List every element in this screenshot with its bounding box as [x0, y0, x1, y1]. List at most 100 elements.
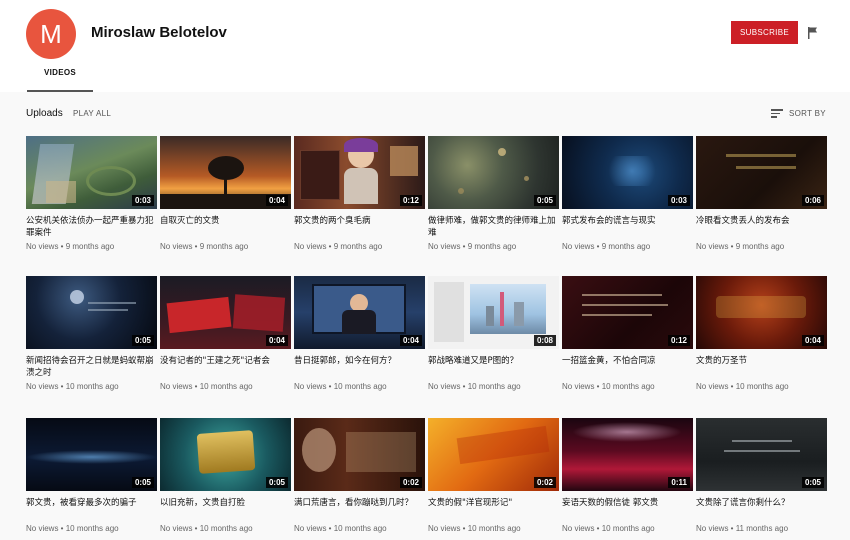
video-duration: 0:02: [399, 477, 422, 488]
video-card[interactable]: 0:02 满口荒唐言，看你蹦哒到几时？ No views • 10 months…: [294, 418, 425, 533]
video-meta: No views • 10 months ago: [160, 382, 253, 391]
flag-icon[interactable]: [806, 26, 820, 40]
video-title[interactable]: 冷眼看文贵丢人的发布会: [696, 215, 827, 239]
video-title[interactable]: 文贵的万圣节: [696, 355, 827, 379]
video-title[interactable]: 做律师难，做郭文贵的律师难上加难: [428, 215, 559, 239]
video-thumbnail[interactable]: 0:05: [26, 276, 157, 349]
video-card[interactable]: 0:05 郭文贵，被看穿最多次的骗子 No views • 10 months …: [26, 418, 157, 533]
video-meta: No views • 10 months ago: [294, 524, 387, 533]
subscribe-button[interactable]: SUBSCRIBE: [731, 21, 798, 44]
video-meta: No views • 9 months ago: [26, 242, 115, 251]
video-duration: 0:04: [265, 335, 288, 346]
video-title[interactable]: 新闻招待会召开之日就是蚂蚁帮崩溃之时: [26, 355, 157, 379]
sort-by-label: SORT BY: [789, 108, 826, 118]
play-all-button[interactable]: PLAY ALL: [73, 109, 111, 118]
video-card[interactable]: 0:03 公安机关依法侦办一起严重暴力犯罪案件 No views • 9 mon…: [26, 136, 157, 251]
video-thumbnail[interactable]: 0:12: [562, 276, 693, 349]
video-duration: 0:11: [668, 477, 690, 488]
video-card[interactable]: 0:05 做律师难，做郭文贵的律师难上加难 No views • 9 month…: [428, 136, 559, 251]
video-thumbnail[interactable]: 0:02: [294, 418, 425, 491]
video-duration: 0:04: [265, 195, 288, 206]
video-meta: No views • 10 months ago: [696, 382, 789, 391]
channel-name[interactable]: Miroslaw Belotelov: [91, 24, 227, 41]
uploads-section: Uploads PLAY ALL SORT BY 0:03 公安机关依法侦办一起…: [0, 92, 850, 540]
avatar[interactable]: M: [26, 9, 76, 59]
video-thumbnail[interactable]: 0:05: [428, 136, 559, 209]
video-thumbnail[interactable]: 0:06: [696, 136, 827, 209]
video-duration: 0:04: [399, 335, 422, 346]
video-duration: 0:03: [667, 195, 690, 206]
video-thumbnail[interactable]: 0:04: [294, 276, 425, 349]
video-title[interactable]: 没有记者的"王建之死"记者会: [160, 355, 291, 379]
video-meta: No views • 9 months ago: [696, 242, 785, 251]
video-thumbnail[interactable]: 0:04: [160, 276, 291, 349]
video-meta: No views • 9 months ago: [428, 242, 517, 251]
video-meta: No views • 10 months ago: [428, 524, 521, 533]
video-title[interactable]: 郭文贵的两个臭毛病: [294, 215, 425, 239]
video-meta: No views • 9 months ago: [294, 242, 383, 251]
video-duration: 0:02: [533, 477, 556, 488]
video-title[interactable]: 自取灭亡的文贵: [160, 215, 291, 239]
tab-videos-label: VIDEOS: [43, 68, 77, 77]
video-thumbnail[interactable]: 0:04: [696, 276, 827, 349]
video-title[interactable]: 满口荒唐言，看你蹦哒到几时？: [294, 497, 425, 521]
sort-by-button[interactable]: SORT BY: [771, 106, 826, 120]
video-thumbnail[interactable]: 0:12: [294, 136, 425, 209]
channel-header: M Miroslaw Belotelov SUBSCRIBE VIDEOS: [0, 0, 850, 92]
video-meta: No views • 10 months ago: [294, 382, 387, 391]
video-card[interactable]: 0:11 妄语天数的假信徒 郭文贵 No views • 10 months a…: [562, 418, 693, 533]
video-duration: 0:05: [533, 195, 556, 206]
video-duration: 0:03: [131, 195, 154, 206]
video-meta: No views • 10 months ago: [26, 524, 119, 533]
video-title[interactable]: 一招篮金黄，不怕合同凉: [562, 355, 693, 379]
video-meta: No views • 9 months ago: [562, 242, 651, 251]
video-card[interactable]: 0:02 文贵的假"洋官现形记" No views • 10 months ag…: [428, 418, 559, 533]
video-meta: No views • 10 months ago: [160, 524, 253, 533]
video-duration: 0:06: [801, 195, 824, 206]
video-duration: 0:08: [533, 335, 556, 346]
video-card[interactable]: 0:12 郭文贵的两个臭毛病 No views • 9 months ago: [294, 136, 425, 251]
video-thumbnail[interactable]: 0:11: [562, 418, 693, 491]
video-duration: 0:12: [399, 195, 422, 206]
video-title[interactable]: 昔日挺郭郎，如今在何方？: [294, 355, 425, 379]
video-meta: No views • 9 months ago: [160, 242, 249, 251]
video-thumbnail[interactable]: 0:03: [562, 136, 693, 209]
video-duration: 0:12: [667, 335, 690, 346]
video-meta: No views • 11 months ago: [696, 524, 789, 533]
video-meta: No views • 10 months ago: [26, 382, 119, 391]
video-meta: No views • 10 months ago: [562, 524, 655, 533]
video-title[interactable]: 文贵的假"洋官现形记": [428, 497, 559, 521]
video-card[interactable]: 0:04 自取灭亡的文贵 No views • 9 months ago: [160, 136, 291, 251]
video-title[interactable]: 妄语天数的假信徒 郭文贵: [562, 497, 693, 521]
video-title[interactable]: 郭式发布会的谎言与现实: [562, 215, 693, 239]
video-card[interactable]: 0:06 冷眼看文贵丢人的发布会 No views • 9 months ago: [696, 136, 827, 251]
video-card[interactable]: 0:03 郭式发布会的谎言与现实 No views • 9 months ago: [562, 136, 693, 251]
video-card[interactable]: 0:04 没有记者的"王建之死"记者会 No views • 10 months…: [160, 276, 291, 391]
video-card[interactable]: 0:12 一招篮金黄，不怕合同凉 No views • 10 months ag…: [562, 276, 693, 391]
video-duration: 0:05: [265, 477, 288, 488]
video-thumbnail[interactable]: 0:04: [160, 136, 291, 209]
video-thumbnail[interactable]: 0:05: [160, 418, 291, 491]
video-card[interactable]: 0:08 郭战略难道又是P图的？ No views • 10 months ag…: [428, 276, 559, 391]
video-card[interactable]: 0:05 以旧充新，文贵自打脸 No views • 10 months ago: [160, 418, 291, 533]
video-title[interactable]: 公安机关依法侦办一起严重暴力犯罪案件: [26, 215, 157, 239]
video-card[interactable]: 0:04 文贵的万圣节 No views • 10 months ago: [696, 276, 827, 391]
sort-icon: [771, 108, 783, 118]
uploads-heading: Uploads: [26, 108, 63, 119]
tab-videos[interactable]: VIDEOS: [27, 68, 93, 92]
video-thumbnail[interactable]: 0:05: [26, 418, 157, 491]
video-card[interactable]: 0:04 昔日挺郭郎，如今在何方？ No views • 10 months a…: [294, 276, 425, 391]
video-title[interactable]: 以旧充新，文贵自打脸: [160, 497, 291, 521]
video-thumbnail[interactable]: 0:03: [26, 136, 157, 209]
video-thumbnail[interactable]: 0:08: [428, 276, 559, 349]
video-thumbnail[interactable]: 0:02: [428, 418, 559, 491]
video-title[interactable]: 郭战略难道又是P图的？: [428, 355, 559, 379]
video-title[interactable]: 文贵除了谎言你剩什么？: [696, 497, 827, 521]
video-title[interactable]: 郭文贵，被看穿最多次的骗子: [26, 497, 157, 521]
video-duration: 0:05: [131, 335, 154, 346]
video-thumbnail[interactable]: 0:05: [696, 418, 827, 491]
video-card[interactable]: 0:05 文贵除了谎言你剩什么？ No views • 11 months ag…: [696, 418, 827, 533]
video-duration: 0:04: [801, 335, 824, 346]
video-card[interactable]: 0:05 新闻招待会召开之日就是蚂蚁帮崩溃之时 No views • 10 mo…: [26, 276, 157, 391]
video-duration: 0:05: [801, 477, 824, 488]
